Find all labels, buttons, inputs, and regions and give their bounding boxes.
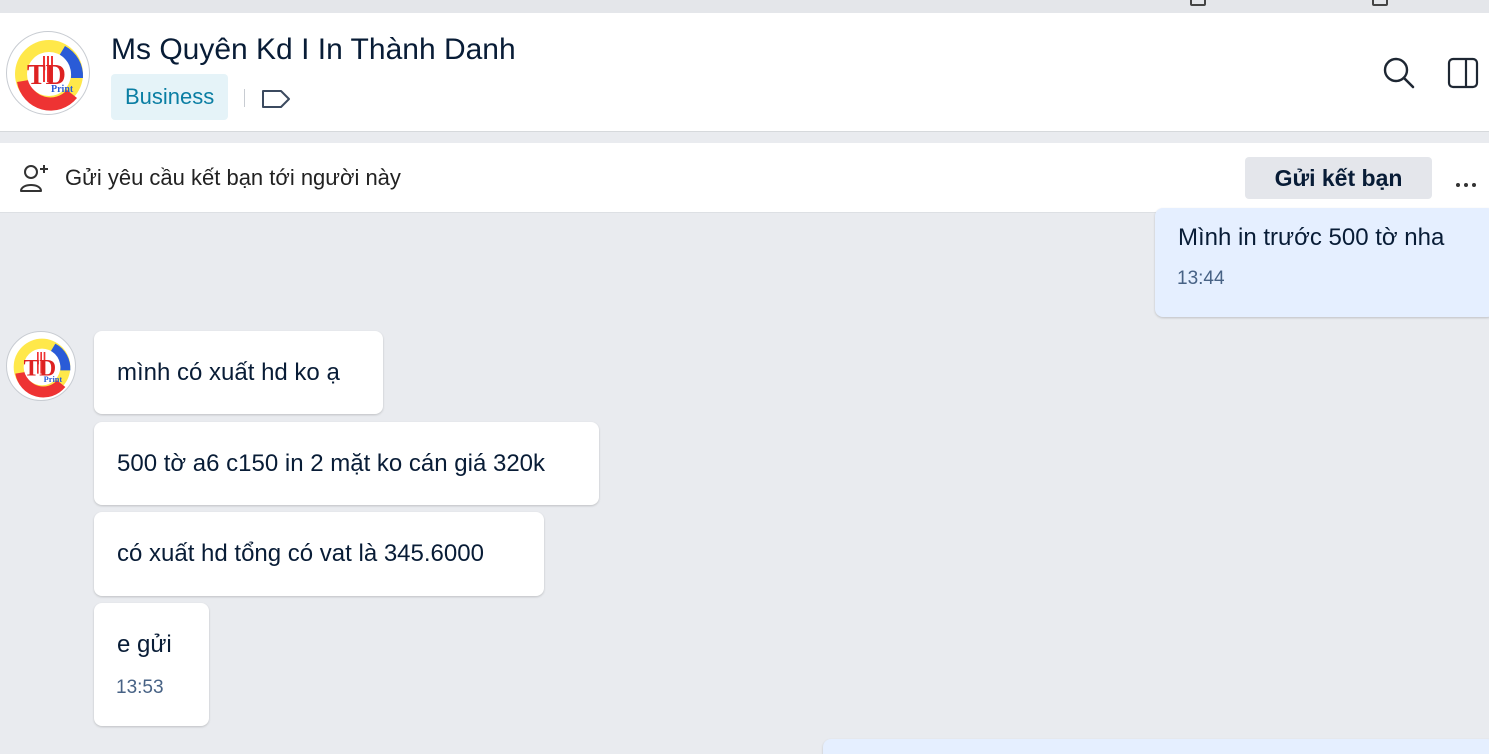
- message-text: mình có xuất hd ko ạ: [117, 359, 340, 386]
- window-control-icon[interactable]: [1372, 0, 1388, 6]
- message-time: 13:53: [116, 677, 164, 698]
- window-control-icon[interactable]: [1190, 0, 1206, 6]
- contact-avatar[interactable]: TD Print: [6, 31, 90, 115]
- logo-image: TD Print: [13, 338, 71, 398]
- business-badge[interactable]: Business: [111, 74, 229, 120]
- message-bubble-sent[interactable]: [823, 739, 1489, 754]
- friend-request-prompt: Gửi yêu cầu kết bạn tới người này: [65, 165, 401, 190]
- logo-image: TD Print: [15, 40, 84, 111]
- window-top-strip: [0, 0, 1489, 13]
- message-bubble-received[interactable]: có xuất hd tổng có vat là 345.6000: [94, 512, 544, 596]
- contact-avatar-small[interactable]: TD Print: [6, 331, 76, 401]
- search-icon[interactable]: [1382, 56, 1416, 95]
- message-text: e gửi: [117, 631, 172, 658]
- contact-name: Ms Quyên Kd I In Thành Danh: [111, 33, 516, 66]
- add-friend-icon: [19, 163, 51, 198]
- tag-icon[interactable]: [260, 87, 292, 116]
- message-bubble-received[interactable]: 500 tờ a6 c150 in 2 mặt ko cán giá 320k: [94, 422, 599, 505]
- svg-text:Print: Print: [51, 84, 74, 95]
- divider: [244, 89, 245, 107]
- message-text: Mình in trước 500 tờ nha: [1178, 224, 1445, 251]
- send-friend-request-button[interactable]: Gửi kết bạn: [1245, 157, 1432, 199]
- message-bubble-sent[interactable]: Mình in trước 500 tờ nha 13:44: [1155, 208, 1489, 317]
- message-time: 13:44: [1177, 268, 1225, 289]
- side-panel-icon[interactable]: [1447, 57, 1479, 94]
- message-text: có xuất hd tổng có vat là 345.6000: [117, 540, 484, 567]
- more-options-icon[interactable]: [1455, 175, 1477, 193]
- svg-text:Print: Print: [44, 375, 63, 384]
- message-bubble-received[interactable]: mình có xuất hd ko ạ: [94, 331, 383, 414]
- message-bubble-received[interactable]: e gửi 13:53: [94, 603, 209, 726]
- friend-request-bar: Gửi yêu cầu kết bạn tới người này Gửi kế…: [0, 143, 1489, 213]
- chat-header: TD Print Ms Quyên Kd I In Thành Danh Bus…: [0, 13, 1489, 132]
- message-text: 500 tờ a6 c150 in 2 mặt ko cán giá 320k: [117, 450, 546, 477]
